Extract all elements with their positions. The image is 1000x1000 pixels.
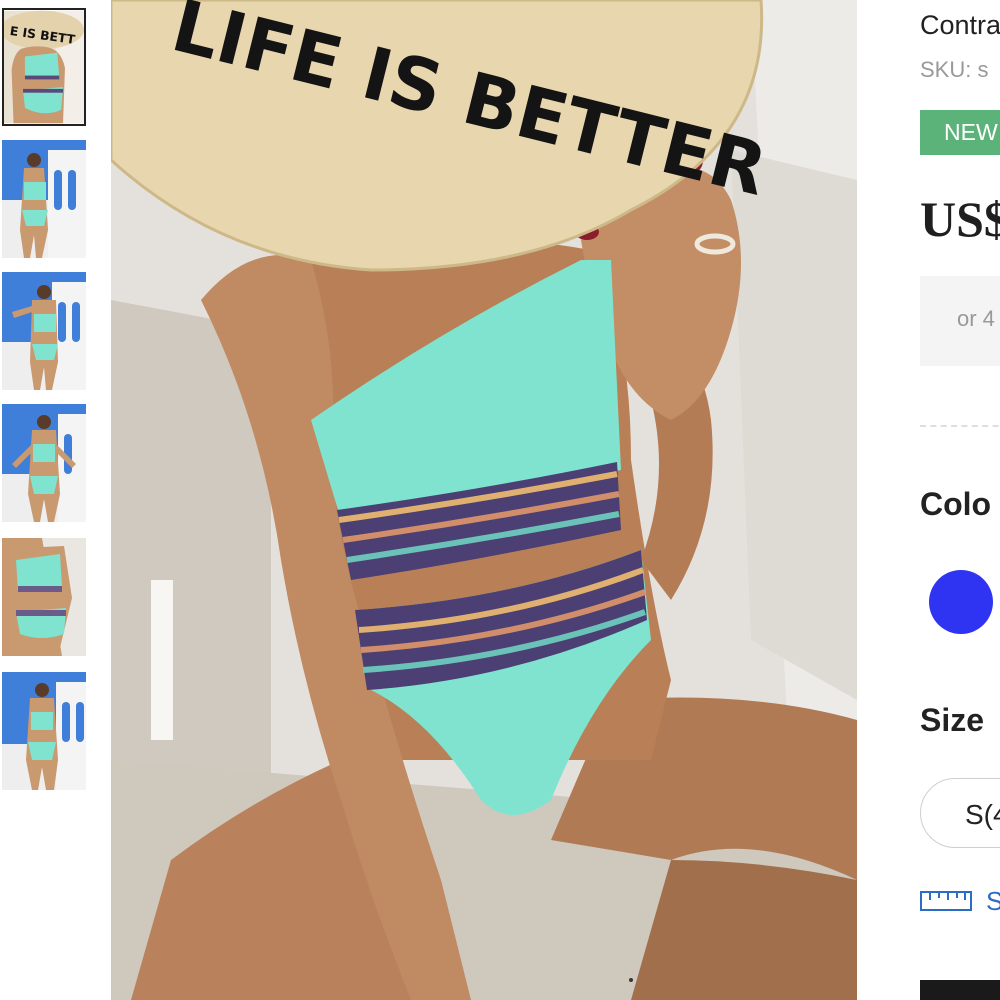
- thumbnail-gallery: E IS BETT: [0, 0, 90, 1000]
- color-label: Colo: [920, 486, 992, 522]
- product-photo: LIFE IS BETTER: [111, 0, 857, 1000]
- product-price: US$: [920, 191, 1000, 247]
- installment-text: or 4: [957, 306, 995, 331]
- thumbnail-2[interactable]: [2, 140, 86, 258]
- thumbnail-image: [2, 404, 86, 522]
- add-to-cart-button[interactable]: [920, 980, 1000, 1000]
- color-swatch-blue[interactable]: [929, 570, 993, 634]
- product-info-panel: Contra SKU: s NEW US$ or 4 Colo Size S(4…: [920, 0, 1000, 1000]
- thumbnail-image: [2, 538, 86, 656]
- thumbnail-1[interactable]: E IS BETT: [2, 8, 86, 126]
- size-guide-label: S: [986, 886, 1000, 916]
- product-title: Contra: [920, 10, 1000, 40]
- size-option-s[interactable]: S(4: [920, 778, 1000, 848]
- divider: [920, 425, 1000, 427]
- size-label: Size: [920, 702, 985, 738]
- size-option-label: S(4: [965, 799, 1000, 830]
- thumbnail-image: [2, 140, 86, 258]
- main-product-image[interactable]: LIFE IS BETTER: [111, 0, 857, 1000]
- thumbnail-4[interactable]: [2, 404, 86, 522]
- thumbnail-image: [2, 672, 86, 790]
- thumbnail-image: E IS BETT: [4, 10, 84, 124]
- installment-box[interactable]: or 4: [920, 276, 1000, 366]
- thumbnail-6[interactable]: [2, 672, 86, 790]
- ruler-icon: [920, 891, 972, 911]
- product-sku: SKU: s: [920, 57, 989, 82]
- thumbnail-3[interactable]: [2, 272, 86, 390]
- new-badge: NEW: [920, 110, 1000, 155]
- thumbnail-image: [2, 272, 86, 390]
- thumbnail-5[interactable]: [2, 538, 86, 656]
